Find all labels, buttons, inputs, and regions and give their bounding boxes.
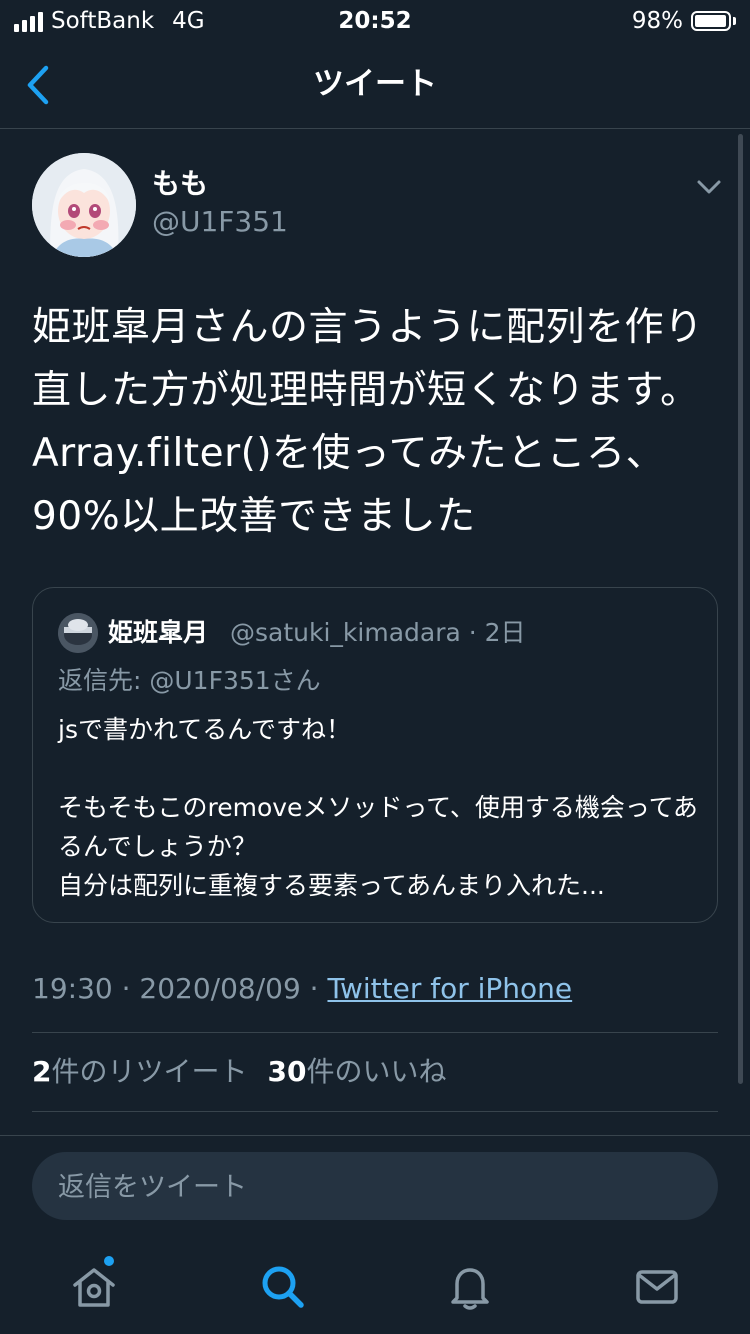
- quoted-text-line: そもそもこのremoveメソッドって、使用する機会ってあるんでしょうか？: [58, 793, 698, 861]
- avatar-illustration: [58, 613, 98, 653]
- reply-composer[interactable]: [32, 1152, 718, 1222]
- tweet-menu-button[interactable]: [694, 172, 724, 202]
- divider: [0, 1135, 750, 1136]
- scrollbar[interactable]: [738, 134, 743, 1084]
- tweet-text: 姫班皐月さんの言うように配列を作り直した方が処理時間が短くなります。Array.…: [32, 305, 704, 539]
- tab-notifications[interactable]: [443, 1260, 497, 1314]
- tweet-detail-screen: SoftBank 4G 20:52 98% ツイート もも @U1F351 姫班…: [0, 0, 750, 1334]
- battery-percent: 98%: [631, 8, 683, 34]
- battery-tip: [733, 17, 736, 25]
- author-handle[interactable]: @U1F351: [152, 204, 288, 240]
- messages-icon: [636, 1270, 678, 1304]
- like-label: 件のいいね: [306, 1055, 447, 1088]
- source-link[interactable]: Twitter for iPhone: [327, 972, 572, 1005]
- status-bar-right: 98%: [632, 6, 736, 36]
- tab-home[interactable]: [67, 1256, 121, 1314]
- retweet-count: 2: [32, 1055, 52, 1088]
- quoted-author-name: 姫班皐月: [108, 618, 209, 647]
- quoted-text-line: jsで書かれてるんですね！: [58, 715, 351, 744]
- home-icon: [73, 1268, 115, 1307]
- quoted-tweet-text: jsで書かれてるんですね！ そもそもこのremoveメソッドって、使用する機会っ…: [58, 710, 698, 905]
- status-bar: SoftBank 4G 20:52 98%: [0, 0, 750, 42]
- battery-level: [695, 15, 727, 27]
- nav-header: ツイート: [0, 42, 750, 129]
- quoted-text-line: 自分は配列に重複する要素ってあんまり入れた...: [58, 871, 605, 900]
- battery-icon: [691, 11, 731, 31]
- like-stat[interactable]: 30件のいいね: [268, 1055, 447, 1088]
- notification-dot: [104, 1256, 114, 1266]
- tab-bar: [0, 1240, 750, 1334]
- search-icon: [262, 1266, 304, 1308]
- retweet-stat[interactable]: 2件のリツイート: [32, 1055, 248, 1088]
- like-count: 30: [267, 1055, 307, 1088]
- quoted-tweet-card[interactable]: 姫班皐月 @satuki_kimadara · 2日 返信先: @U1F351さ…: [32, 587, 718, 923]
- page-title: ツイート: [313, 66, 437, 102]
- divider: [32, 1032, 718, 1033]
- tab-messages[interactable]: [630, 1260, 684, 1314]
- chevron-down-icon: [697, 180, 721, 194]
- tab-search[interactable]: [256, 1260, 310, 1314]
- author-name[interactable]: もも: [152, 166, 208, 202]
- engagement-stats: 2件のリツイート 30件のいいね: [32, 1052, 446, 1092]
- divider: [32, 1111, 718, 1112]
- quoted-author-avatar: [58, 613, 98, 653]
- avatar-illustration: [32, 153, 136, 257]
- quoted-author-handle: @satuki_kimadara · 2日: [230, 618, 526, 647]
- author-avatar[interactable]: [32, 153, 136, 257]
- retweet-label: 件のリツイート: [51, 1055, 248, 1088]
- quoted-text-spacer: [58, 749, 698, 788]
- reply-input[interactable]: [56, 1152, 690, 1222]
- notifications-icon: [451, 1268, 489, 1310]
- tweet-timestamp: 19:30 · 2020/08/09 · Twitter for iPhone: [32, 969, 572, 1009]
- timestamp-text: 19:30 · 2020/08/09 ·: [32, 972, 328, 1005]
- quoted-reply-to: 返信先: @U1F351さん: [58, 666, 321, 695]
